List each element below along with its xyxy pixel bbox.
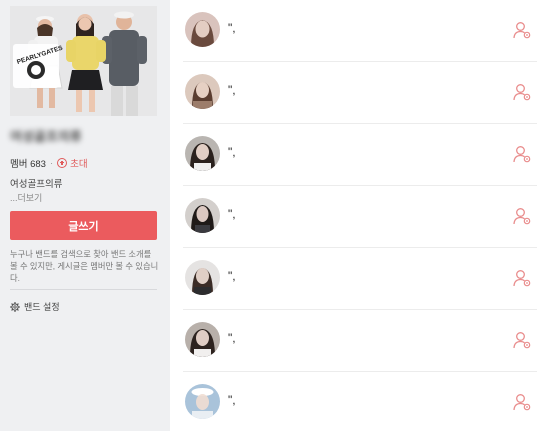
more-link[interactable]: ...더보기 (10, 191, 42, 204)
member-settings-icon[interactable] (512, 20, 532, 40)
post-text: ", (228, 21, 236, 35)
plus-circle-icon (57, 158, 68, 168)
separator-dot: · (49, 157, 54, 169)
list-item[interactable]: ", (170, 310, 537, 372)
member-count[interactable]: 멤버 683 (10, 156, 46, 170)
member-settings-icon[interactable] (512, 82, 532, 102)
band-settings-link[interactable]: 밴드 설정 (10, 300, 60, 313)
avatar[interactable] (185, 260, 220, 295)
invite-button[interactable]: 초대 (57, 156, 88, 170)
avatar[interactable] (185, 136, 220, 171)
post-text: ", (228, 331, 236, 345)
member-settings-icon[interactable] (512, 330, 532, 350)
post-text: ", (228, 145, 236, 159)
member-row: 멤버 683 · 초대 (10, 156, 88, 171)
band-visibility-notice: 누구나 밴드를 검색으로 찾아 밴드 소개를 볼 수 있지만, 게시글은 멤버만… (10, 249, 159, 283)
avatar[interactable] (185, 322, 220, 357)
list-item[interactable]: ", (170, 124, 537, 186)
list-item[interactable]: ", (170, 186, 537, 248)
band-sidebar: PEARLYGATES 여성골프의류 멤버 683 · 초대 여성골프의류 ..… (0, 0, 170, 431)
post-text: ", (228, 269, 236, 283)
cover-photo: PEARLYGATES (10, 6, 157, 116)
member-settings-icon[interactable] (512, 392, 532, 412)
member-settings-icon[interactable] (512, 268, 532, 288)
band-title-text: 여성골프의류 (10, 129, 82, 144)
avatar[interactable] (185, 74, 220, 109)
band-title[interactable]: 여성골프의류 (10, 126, 110, 144)
list-item[interactable]: ", (170, 62, 537, 124)
avatar[interactable] (185, 384, 220, 419)
avatar[interactable] (185, 12, 220, 47)
band-cover-image[interactable]: PEARLYGATES (10, 6, 157, 116)
member-settings-icon[interactable] (512, 206, 532, 226)
member-settings-icon[interactable] (512, 144, 532, 164)
avatar[interactable] (185, 198, 220, 233)
gear-icon (10, 301, 20, 312)
list-item[interactable]: ", (170, 0, 537, 62)
list-item[interactable]: ", (170, 248, 537, 310)
sidebar-divider (10, 289, 157, 290)
post-text: ", (228, 207, 236, 221)
post-list: ", ", ", ", ", ", ", (170, 0, 550, 431)
list-item[interactable]: ", (170, 372, 537, 431)
invite-label: 초대 (70, 159, 88, 170)
post-text: ", (228, 393, 236, 407)
write-post-button[interactable]: 글쓰기 (10, 211, 157, 240)
band-description: 여성골프의류 (10, 179, 63, 190)
band-settings-label: 밴드 설정 (24, 302, 60, 312)
write-post-label: 글쓰기 (68, 220, 99, 233)
post-text: ", (228, 83, 236, 97)
